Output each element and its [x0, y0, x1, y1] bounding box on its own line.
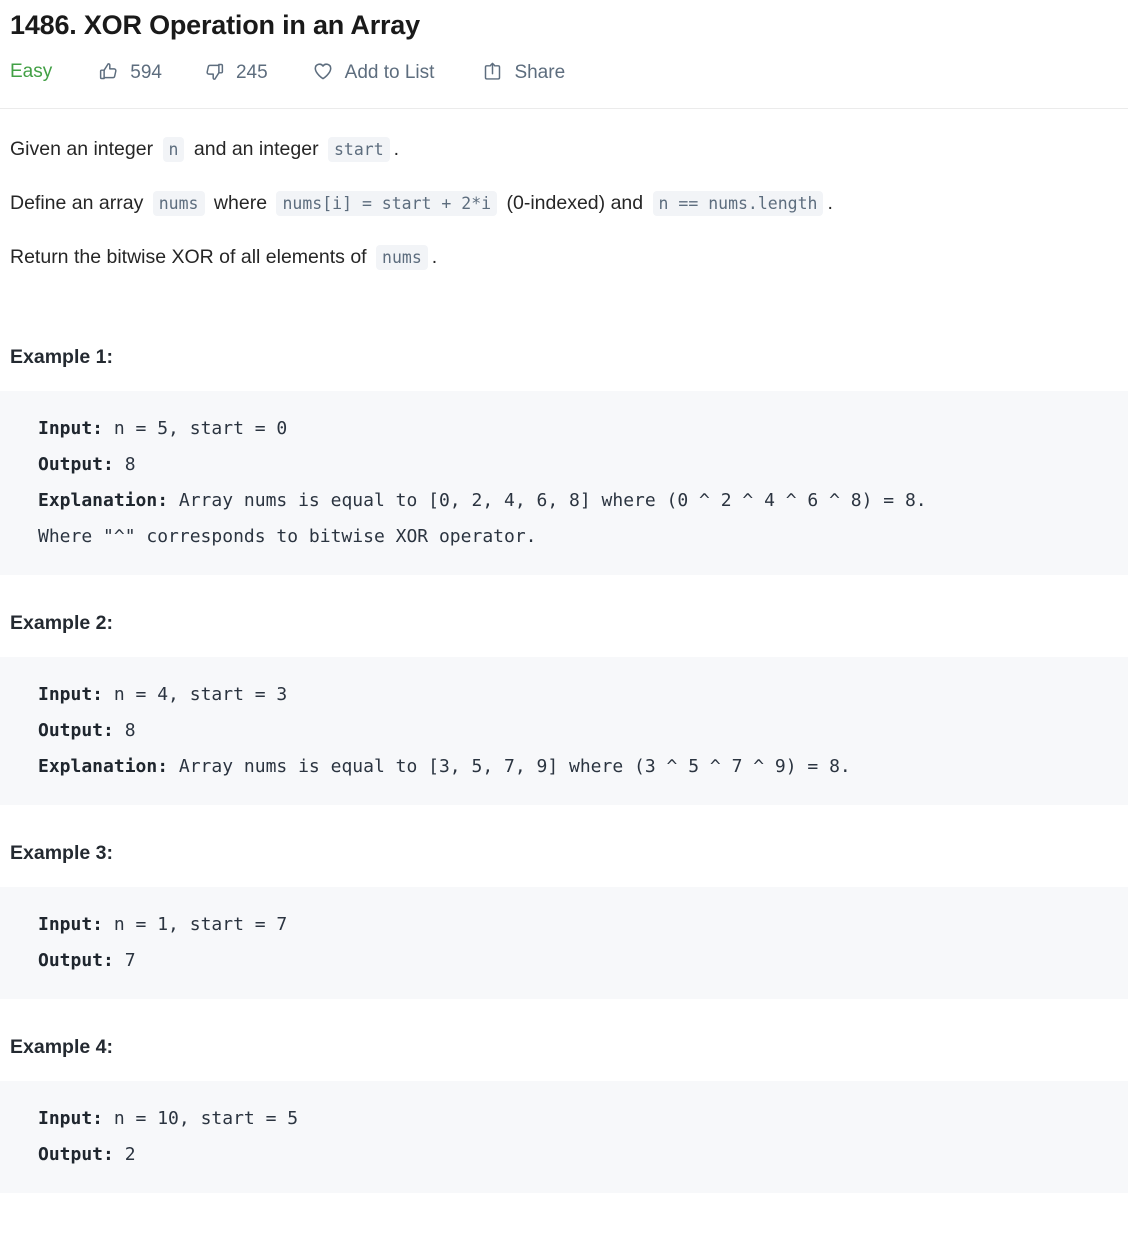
- example-1-block: Input: n = 5, start = 0 Output: 8 Explan…: [0, 391, 1128, 575]
- example-1-input-value: n = 5, start = 0: [103, 418, 288, 439]
- upvote-count: 594: [130, 61, 162, 83]
- desc-p1-text-3: .: [393, 138, 400, 160]
- share-label: Share: [514, 61, 566, 83]
- desc-p3-text-1: Return the bitwise XOR of all elements o…: [10, 246, 367, 268]
- example-2-input-label: Input:: [38, 684, 104, 705]
- description-paragraph-3: Return the bitwise XOR of all elements o…: [10, 217, 1118, 271]
- downvote-button[interactable]: 245: [204, 61, 268, 82]
- share-icon: [482, 61, 503, 82]
- example-4-block: Input: n = 10, start = 5 Output: 2: [0, 1081, 1128, 1193]
- example-4-input-label: Input:: [38, 1108, 104, 1129]
- example-2-output-value: 8: [113, 720, 136, 741]
- example-3-output-value: 7: [113, 950, 136, 971]
- desc-p2-text-3: (0-indexed) and: [506, 192, 644, 214]
- thumbs-up-icon: [98, 61, 119, 82]
- desc-p2-text-2: where: [213, 192, 268, 214]
- desc-p2-text-1: Define an array: [10, 192, 144, 214]
- example-1-explanation-value: Array nums is equal to [0, 2, 4, 6, 8] w…: [38, 490, 927, 547]
- example-4-output-label: Output:: [38, 1144, 114, 1165]
- example-2-heading: Example 2:: [10, 612, 113, 634]
- example-2-explanation-value: Array nums is equal to [3, 5, 7, 9] wher…: [168, 756, 851, 777]
- code-n: n: [162, 137, 185, 162]
- problem-description: Given an integer n and an integer start.…: [0, 109, 1128, 271]
- code-nums-return: nums: [376, 245, 428, 270]
- share-button[interactable]: Share: [482, 61, 565, 82]
- add-to-list-button[interactable]: Add to List: [312, 60, 435, 83]
- code-n-equals-length: n == nums.length: [652, 191, 824, 216]
- example-3-block: Input: n = 1, start = 7 Output: 7: [0, 887, 1128, 999]
- example-3-heading: Example 3:: [10, 842, 113, 864]
- downvote-count: 245: [235, 61, 268, 83]
- description-paragraph-1: Given an integer n and an integer start.: [10, 109, 1118, 163]
- code-nums: nums: [152, 191, 205, 216]
- example-2-output-label: Output:: [38, 720, 114, 741]
- example-3-input-label: Input:: [38, 914, 104, 935]
- add-to-list-label: Add to List: [344, 61, 435, 83]
- example-1-output-value: 8: [113, 454, 136, 475]
- example-1-output-label: Output:: [38, 454, 114, 475]
- desc-p1-text-1: Given an integer: [10, 138, 154, 160]
- difficulty-badge: Easy: [10, 60, 53, 82]
- desc-p1-text-2: and an integer: [193, 138, 319, 160]
- upvote-button[interactable]: 594: [98, 61, 162, 82]
- example-1-explanation-label: Explanation:: [38, 490, 169, 511]
- desc-p3-text-2: .: [431, 246, 438, 268]
- example-1-heading: Example 1:: [10, 346, 113, 368]
- desc-p2-text-4: .: [827, 192, 833, 214]
- problem-page: 1486. XOR Operation in an Array Easy 594…: [0, 0, 1128, 1193]
- description-paragraph-2: Define an array nums where nums[i] = sta…: [10, 163, 1118, 217]
- page-title: 1486. XOR Operation in an Array: [10, 10, 420, 40]
- example-1-input-label: Input:: [38, 418, 104, 439]
- code-nums-formula: nums[i] = start + 2*i: [276, 191, 498, 216]
- example-4-output-value: 2: [113, 1144, 136, 1165]
- problem-meta-bar: Easy 594 245 Add to List Share: [0, 42, 1128, 86]
- thumbs-down-icon: [204, 61, 225, 82]
- code-start: start: [327, 137, 390, 162]
- example-4-input-value: n = 10, start = 5: [103, 1108, 299, 1129]
- example-2-explanation-label: Explanation:: [38, 756, 169, 777]
- example-2-block: Input: n = 4, start = 3 Output: 8 Explan…: [0, 657, 1128, 805]
- example-3-input-value: n = 1, start = 7: [103, 914, 288, 935]
- example-2-input-value: n = 4, start = 3: [103, 684, 288, 705]
- example-3-output-label: Output:: [38, 950, 114, 971]
- example-4-heading: Example 4:: [10, 1036, 113, 1058]
- heart-icon: [312, 60, 334, 82]
